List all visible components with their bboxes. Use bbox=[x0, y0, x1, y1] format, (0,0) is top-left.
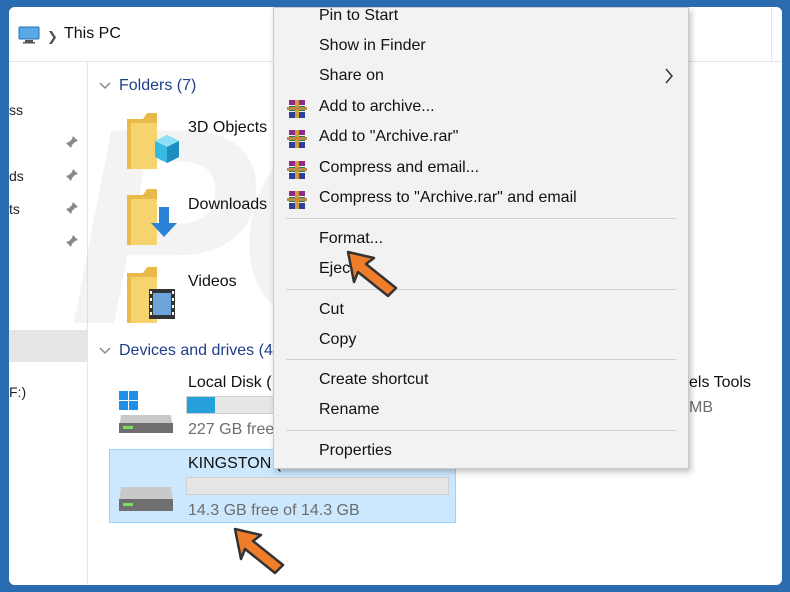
menu-item-label: Show in Finder bbox=[319, 37, 426, 54]
menu-item-label: Compress and email... bbox=[319, 159, 480, 176]
videos-folder-icon bbox=[127, 267, 175, 323]
nav-item-fragment[interactable]: ts bbox=[9, 201, 20, 217]
menu-item-pin-to-start[interactable]: Pin to Start bbox=[274, 7, 688, 32]
nav-item-fragment[interactable]: ds bbox=[9, 168, 24, 184]
folder-name: Videos bbox=[188, 273, 237, 290]
devices-group-header[interactable]: Devices and drives (4 bbox=[119, 342, 273, 360]
drive-name: Local Disk ( bbox=[188, 374, 272, 391]
nav-selected-row[interactable] bbox=[9, 330, 87, 362]
folder-name: Downloads bbox=[188, 196, 268, 213]
file-explorer-window: ❯ This PC ss ds ts F:) PC Folders (7) 3D… bbox=[9, 7, 782, 585]
nav-item-fragment[interactable]: F:) bbox=[9, 384, 26, 400]
drive-free-space: 14.3 GB free of 14.3 GB bbox=[188, 502, 360, 519]
drive-size-fragment: MB bbox=[689, 399, 713, 416]
menu-item-create-shortcut[interactable]: Create shortcut bbox=[274, 366, 688, 396]
3d-objects-folder-icon bbox=[127, 113, 179, 169]
usb-drive-icon bbox=[119, 487, 173, 511]
chevron-down-icon[interactable] bbox=[99, 80, 111, 92]
menu-item-label: Share on bbox=[319, 67, 384, 84]
this-pc-icon bbox=[18, 26, 40, 44]
menu-item-eject[interactable]: Ejec bbox=[274, 255, 688, 285]
downloads-folder-icon bbox=[127, 189, 177, 245]
winrar-icon bbox=[287, 191, 307, 209]
menu-separator bbox=[286, 359, 676, 360]
drive-free-space: 227 GB free bbox=[188, 421, 275, 438]
pin-icon bbox=[66, 202, 78, 214]
breadcrumb-this-pc[interactable]: This PC bbox=[64, 25, 121, 43]
menu-item-label: Add to "Archive.rar" bbox=[319, 128, 459, 145]
menu-item-label: Cut bbox=[319, 301, 344, 318]
pin-icon bbox=[66, 235, 78, 247]
folders-group-header[interactable]: Folders (7) bbox=[119, 77, 196, 95]
local-disk-drive-icon bbox=[119, 391, 173, 433]
menu-item-show-in-finder[interactable]: Show in Finder bbox=[274, 32, 688, 62]
menu-item-compress-and-email[interactable]: Compress and email... bbox=[274, 154, 688, 184]
drive-usage-fill bbox=[187, 397, 216, 413]
menu-item-label: Compress to "Archive.rar" and email bbox=[319, 189, 577, 206]
drive-name: KINGSTON ( bbox=[188, 455, 282, 472]
menu-item-add-to-archive[interactable]: Add to archive... bbox=[274, 93, 688, 123]
menu-item-label: Copy bbox=[319, 331, 357, 348]
menu-separator bbox=[286, 218, 676, 219]
menu-item-label: Create shortcut bbox=[319, 371, 429, 388]
menu-item-label: Pin to Start bbox=[319, 7, 399, 24]
winrar-icon bbox=[287, 161, 307, 179]
address-bar-edge bbox=[771, 7, 782, 61]
drive-usage-bar bbox=[186, 477, 449, 495]
menu-item-label: Rename bbox=[319, 401, 380, 418]
menu-item-add-to-archive-rar[interactable]: Add to "Archive.rar" bbox=[274, 123, 688, 153]
menu-item-format[interactable]: Format... bbox=[274, 225, 688, 255]
menu-item-cut[interactable]: Cut bbox=[274, 296, 688, 326]
pin-icon bbox=[66, 169, 78, 181]
nav-item-fragment[interactable]: ss bbox=[9, 102, 23, 118]
menu-item-label: Add to archive... bbox=[319, 98, 435, 115]
winrar-icon bbox=[287, 130, 307, 148]
folder-name: 3D Objects bbox=[188, 119, 268, 136]
navigation-pane[interactable]: ss ds ts F:) bbox=[9, 62, 88, 585]
winrar-icon bbox=[287, 100, 307, 118]
menu-item-label: Format... bbox=[319, 230, 384, 247]
chevron-right-icon bbox=[665, 68, 673, 84]
menu-item-copy[interactable]: Copy bbox=[274, 326, 688, 356]
menu-item-properties[interactable]: Properties bbox=[274, 437, 688, 467]
menu-separator bbox=[286, 430, 676, 431]
pin-icon bbox=[66, 136, 78, 148]
chevron-down-icon[interactable] bbox=[99, 345, 111, 357]
arrow-pointer-icon bbox=[233, 527, 285, 575]
drive-name-fragment: els Tools bbox=[689, 374, 751, 391]
arrow-pointer-icon bbox=[346, 250, 398, 298]
breadcrumb-chevron-icon[interactable]: ❯ bbox=[47, 29, 58, 45]
context-menu[interactable]: Pin to Start Show in Finder Share on Add… bbox=[273, 7, 689, 469]
menu-item-share-on[interactable]: Share on bbox=[274, 62, 688, 92]
menu-item-rename[interactable]: Rename bbox=[274, 396, 688, 426]
drive-usage-bar bbox=[186, 396, 276, 414]
menu-item-compress-to-archive-and-email[interactable]: Compress to "Archive.rar" and email bbox=[274, 184, 688, 214]
menu-item-label: Properties bbox=[319, 442, 392, 459]
